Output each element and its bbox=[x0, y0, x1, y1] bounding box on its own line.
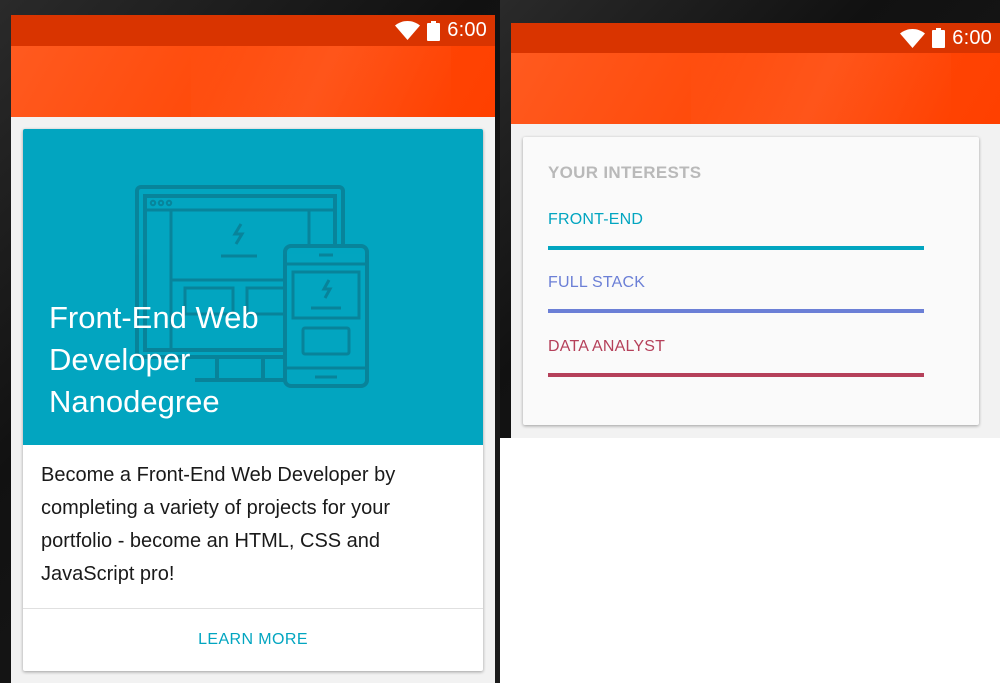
course-description: Become a Front-End Web Developer by comp… bbox=[41, 464, 396, 585]
wifi-icon bbox=[900, 28, 926, 48]
status-time: 6:00 bbox=[447, 19, 487, 41]
learn-more-button[interactable]: LEARN MORE bbox=[23, 609, 483, 671]
phone-frame-left: 6:00 Front-End Web Developer Nanodegree … bbox=[0, 0, 500, 683]
battery-icon bbox=[932, 28, 946, 48]
wifi-icon bbox=[395, 21, 421, 40]
interest-label: FULL STACK bbox=[548, 274, 646, 291]
interests-card: YOUR INTERESTS FRONT-END FULL STACK DATA… bbox=[523, 137, 979, 425]
battery-icon bbox=[427, 20, 441, 41]
blank-area bbox=[500, 438, 1000, 683]
interests-title: YOUR INTERESTS bbox=[548, 163, 702, 182]
interest-bar bbox=[548, 309, 924, 313]
screen-left: 6:00 Front-End Web Developer Nanodegree … bbox=[11, 15, 495, 683]
interest-bar bbox=[548, 246, 924, 250]
interest-full-stack[interactable]: FULL STACK bbox=[548, 274, 924, 313]
status-bar: 6:00 bbox=[11, 15, 495, 46]
status-time: 6:00 bbox=[952, 26, 992, 49]
app-toolbar-right bbox=[511, 53, 1000, 124]
interest-front-end[interactable]: FRONT-END bbox=[548, 211, 924, 250]
course-card: Front-End Web Developer Nanodegree Becom… bbox=[23, 129, 483, 671]
app-toolbar bbox=[11, 46, 495, 117]
course-title: Front-End Web Developer Nanodegree bbox=[49, 300, 259, 419]
interest-label: DATA ANALYST bbox=[548, 338, 666, 355]
screen-right: 6:00 YOUR INTERESTS FRONT-END FULL STACK… bbox=[511, 23, 1000, 438]
interest-bar bbox=[548, 373, 924, 377]
phone-frame-right: 6:00 YOUR INTERESTS FRONT-END FULL STACK… bbox=[500, 0, 1000, 438]
course-hero: Front-End Web Developer Nanodegree bbox=[23, 129, 483, 445]
interest-label: FRONT-END bbox=[548, 211, 644, 228]
interest-data-analyst[interactable]: DATA ANALYST bbox=[548, 338, 924, 377]
status-bar-right: 6:00 bbox=[511, 23, 1000, 53]
